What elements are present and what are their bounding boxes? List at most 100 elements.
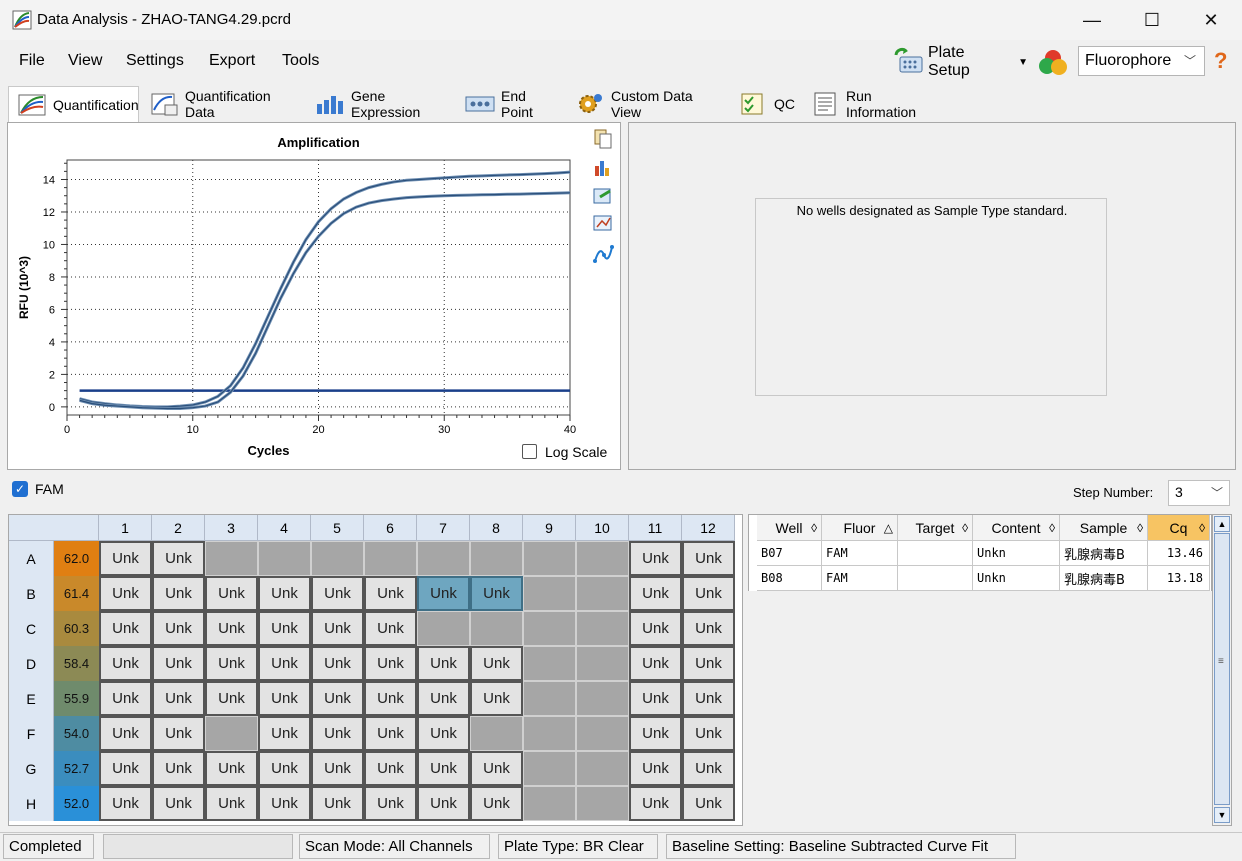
plate-well-E1[interactable]: Unk: [99, 681, 152, 716]
plate-column-header[interactable]: 7: [417, 515, 470, 541]
plate-well-D12[interactable]: Unk: [682, 646, 735, 681]
tab-quantification-data[interactable]: Quantification Data: [140, 86, 305, 122]
plate-well-B5[interactable]: Unk: [311, 576, 364, 611]
plate-well-D2[interactable]: Unk: [152, 646, 205, 681]
menu-file[interactable]: File: [19, 52, 45, 70]
results-header-sample[interactable]: Sample ◊: [1060, 515, 1148, 541]
step-number-select[interactable]: 3 ﹀: [1168, 480, 1230, 506]
tab-custom-data-view[interactable]: Custom Data View: [566, 86, 728, 122]
fam-checkbox[interactable]: ✓: [12, 481, 28, 497]
curve-fit-icon[interactable]: [592, 243, 614, 265]
menu-export[interactable]: Export: [209, 52, 255, 70]
plate-row-header[interactable]: A: [9, 541, 54, 576]
plate-row-header[interactable]: H: [9, 786, 54, 821]
plate-well-B12[interactable]: Unk: [682, 576, 735, 611]
plate-well-A9[interactable]: [523, 541, 576, 576]
chart-settings-icon[interactable]: [592, 156, 614, 178]
tab-qc[interactable]: QC: [729, 86, 800, 122]
plate-row-header[interactable]: G: [9, 751, 54, 786]
plate-row-header[interactable]: C: [9, 611, 54, 646]
results-header-content[interactable]: Content ◊: [973, 515, 1060, 541]
plate-well-F8[interactable]: [470, 716, 523, 751]
results-cell-target[interactable]: [898, 566, 973, 591]
plate-well-D1[interactable]: Unk: [99, 646, 152, 681]
copy-icon[interactable]: [592, 128, 614, 150]
plate-well-H10[interactable]: [576, 786, 629, 821]
plate-well-D10[interactable]: [576, 646, 629, 681]
plate-well-H1[interactable]: Unk: [99, 786, 152, 821]
plate-well-G2[interactable]: Unk: [152, 751, 205, 786]
plate-well-F11[interactable]: Unk: [629, 716, 682, 751]
plate-well-C12[interactable]: Unk: [682, 611, 735, 646]
plate-well-C11[interactable]: Unk: [629, 611, 682, 646]
results-cell-sample[interactable]: 乳腺病毒B: [1060, 541, 1148, 566]
plate-well-F1[interactable]: Unk: [99, 716, 152, 751]
results-header-cq[interactable]: Cq ◊: [1148, 515, 1210, 541]
plate-well-A10[interactable]: [576, 541, 629, 576]
plate-column-header[interactable]: 6: [364, 515, 417, 541]
plate-well-G1[interactable]: Unk: [99, 751, 152, 786]
tab-end-point[interactable]: End Point: [456, 86, 565, 122]
plate-column-header[interactable]: 9: [523, 515, 576, 541]
plate-well-D11[interactable]: Unk: [629, 646, 682, 681]
results-cell-sample[interactable]: 乳腺病毒B: [1060, 566, 1148, 591]
plate-well-B3[interactable]: Unk: [205, 576, 258, 611]
plate-well-D5[interactable]: Unk: [311, 646, 364, 681]
plate-well-C9[interactable]: [523, 611, 576, 646]
plate-well-A12[interactable]: Unk: [682, 541, 735, 576]
tab-run-information[interactable]: Run Information: [801, 86, 942, 122]
plate-well-H12[interactable]: Unk: [682, 786, 735, 821]
plate-well-E8[interactable]: Unk: [470, 681, 523, 716]
plate-well-H6[interactable]: Unk: [364, 786, 417, 821]
scroll-thumb[interactable]: ≡: [1214, 533, 1230, 805]
plate-well-F3[interactable]: [205, 716, 258, 751]
plate-well-B1[interactable]: Unk: [99, 576, 152, 611]
fluorophore-select[interactable]: Fluorophore ﹀: [1078, 46, 1205, 76]
results-cell-well[interactable]: B07: [757, 541, 822, 566]
plate-well-E6[interactable]: Unk: [364, 681, 417, 716]
results-header-fluor[interactable]: Fluor △: [822, 515, 898, 541]
plate-well-E10[interactable]: [576, 681, 629, 716]
zoom-chart-icon[interactable]: [592, 213, 614, 235]
plate-well-C5[interactable]: Unk: [311, 611, 364, 646]
plate-well-F4[interactable]: Unk: [258, 716, 311, 751]
plate-column-header[interactable]: 4: [258, 515, 311, 541]
minimize-button[interactable]: —: [1080, 8, 1104, 32]
tab-gene-expression[interactable]: Gene Expression: [306, 86, 455, 122]
plate-well-A2[interactable]: Unk: [152, 541, 205, 576]
plate-well-G12[interactable]: Unk: [682, 751, 735, 786]
help-icon[interactable]: ?: [1214, 48, 1227, 74]
menu-settings[interactable]: Settings: [126, 52, 184, 70]
plate-well-F7[interactable]: Unk: [417, 716, 470, 751]
plate-well-E12[interactable]: Unk: [682, 681, 735, 716]
plate-well-B2[interactable]: Unk: [152, 576, 205, 611]
plate-well-C3[interactable]: Unk: [205, 611, 258, 646]
maximize-button[interactable]: ☐: [1140, 8, 1164, 32]
results-cell-cq[interactable]: 13.46: [1148, 541, 1210, 566]
plate-well-G3[interactable]: Unk: [205, 751, 258, 786]
plate-well-A4[interactable]: [258, 541, 311, 576]
plate-well-H9[interactable]: [523, 786, 576, 821]
plate-well-F12[interactable]: Unk: [682, 716, 735, 751]
plate-well-C4[interactable]: Unk: [258, 611, 311, 646]
plate-row-header[interactable]: B: [9, 576, 54, 611]
close-button[interactable]: ✕: [1199, 8, 1223, 32]
plate-well-C8[interactable]: [470, 611, 523, 646]
plate-well-A7[interactable]: [417, 541, 470, 576]
plate-well-D7[interactable]: Unk: [417, 646, 470, 681]
plate-well-G4[interactable]: Unk: [258, 751, 311, 786]
plate-well-H3[interactable]: Unk: [205, 786, 258, 821]
results-scrollbar[interactable]: ▲ ≡ ▼: [1212, 514, 1232, 826]
plate-well-F6[interactable]: Unk: [364, 716, 417, 751]
plate-well-C7[interactable]: [417, 611, 470, 646]
scroll-down-icon[interactable]: ▼: [1214, 807, 1230, 823]
plate-well-F2[interactable]: Unk: [152, 716, 205, 751]
fluorophore-color-icon[interactable]: [1037, 46, 1069, 78]
plate-well-A11[interactable]: Unk: [629, 541, 682, 576]
plate-well-D3[interactable]: Unk: [205, 646, 258, 681]
plate-well-E11[interactable]: Unk: [629, 681, 682, 716]
plate-setup-button[interactable]: Plate Setup ▼: [892, 44, 1028, 79]
plate-well-G6[interactable]: Unk: [364, 751, 417, 786]
results-cell-fluor[interactable]: FAM: [822, 541, 898, 566]
plate-well-G9[interactable]: [523, 751, 576, 786]
